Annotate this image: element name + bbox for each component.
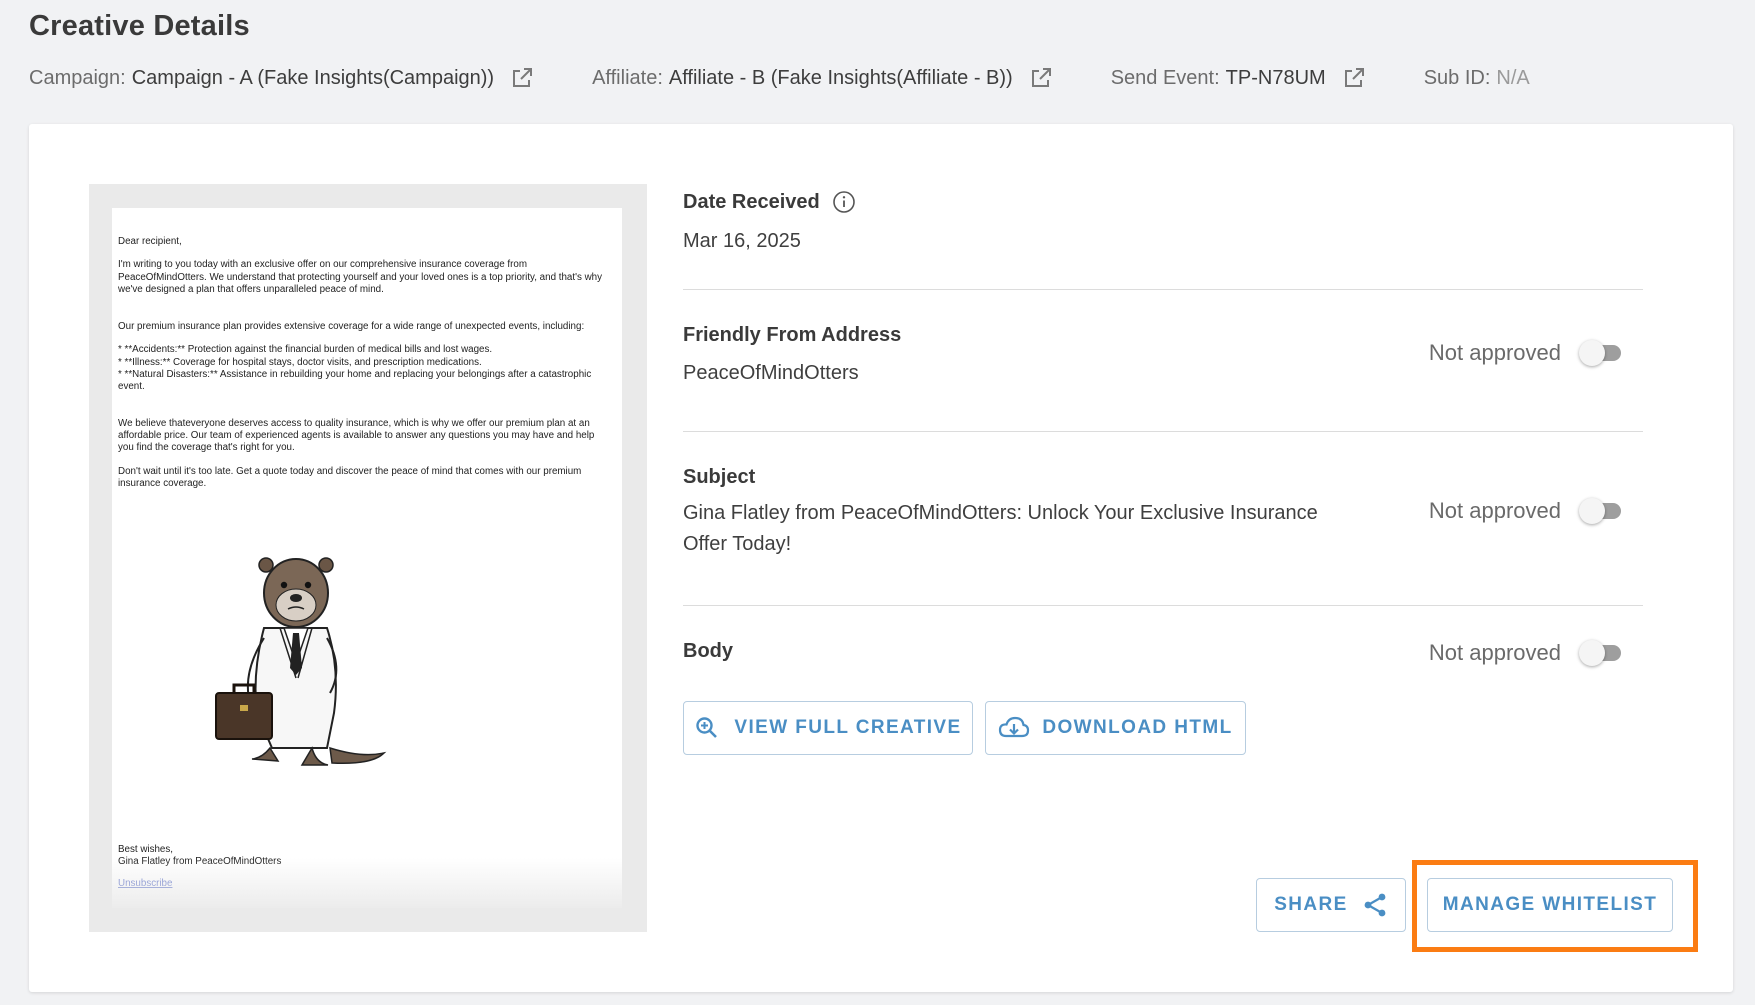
- date-received-label-text: Date Received: [683, 190, 820, 213]
- email-closing: Best wishes,: [118, 844, 173, 855]
- subject-section: Subject Gina Flatley from PeaceOfMindOtt…: [683, 466, 1643, 576]
- sub-id-label: Sub ID:: [1423, 66, 1491, 89]
- affiliate-meta: Affiliate: Affiliate - B (Fake Insights(…: [592, 66, 1053, 90]
- download-html-label: DOWNLOAD HTML: [1042, 717, 1233, 738]
- campaign-value: Campaign - A (Fake Insights(Campaign)): [131, 66, 495, 89]
- divider: [683, 605, 1643, 606]
- manage-whitelist-label: MANAGE WHITELIST: [1442, 894, 1658, 915]
- email-bullet: * **Illness:** Coverage for hospital sta…: [118, 356, 482, 368]
- share-icon: [1362, 892, 1388, 918]
- campaign-meta: Campaign: Campaign - A (Fake Insights(Ca…: [29, 66, 534, 90]
- email-paragraph: I'm writing to you today with an exclusi…: [118, 259, 602, 295]
- sub-id-meta: Sub ID: N/A: [1424, 67, 1530, 90]
- share-label: SHARE: [1274, 894, 1348, 915]
- subject-approval-toggle[interactable]: [1579, 498, 1623, 524]
- approval-status: Not approved: [1428, 640, 1561, 665]
- unsubscribe-link[interactable]: Unsubscribe: [118, 878, 172, 889]
- approval-status: Not approved: [1428, 498, 1561, 523]
- friendly-from-approval: Not approved: [1429, 340, 1623, 366]
- affiliate-external-link-icon[interactable]: [1029, 66, 1053, 90]
- send-event-value: TP-N78UM: [1225, 66, 1326, 89]
- divider: [683, 431, 1643, 432]
- send-event-label: Send Event:: [1110, 66, 1220, 89]
- email-signer: Gina Flatley from PeaceOfMindOtters: [118, 856, 282, 868]
- meta-row: Campaign: Campaign - A (Fake Insights(Ca…: [29, 66, 1588, 90]
- date-received-value: Mar 16, 2025: [683, 230, 801, 252]
- email-paragraph: Our premium insurance plan provides exte…: [118, 321, 585, 333]
- email-paragraph: We believe thateveryone deserves access …: [118, 417, 595, 454]
- affiliate-label: Affiliate:: [592, 66, 663, 89]
- campaign-label: Campaign:: [29, 66, 126, 89]
- date-received-label: Date Received: [683, 190, 856, 214]
- email-body-text: Dear recipient, I'm writing to you today…: [118, 236, 608, 501]
- email-preview-paper: Dear recipient, I'm writing to you today…: [112, 208, 622, 908]
- page-title: Creative Details: [29, 10, 250, 42]
- manage-whitelist-button[interactable]: MANAGE WHITELIST: [1427, 878, 1673, 932]
- body-label: Body: [683, 640, 733, 662]
- date-received-section: Date Received Mar 16, 2025: [683, 184, 1643, 274]
- view-full-creative-label: VIEW FULL CREATIVE: [734, 717, 962, 738]
- toggle-knob: [1579, 498, 1605, 524]
- friendly-from-approval-toggle[interactable]: [1579, 340, 1623, 366]
- email-greeting: Dear recipient,: [118, 236, 182, 247]
- friendly-from-label: Friendly From Address: [683, 324, 902, 346]
- email-preview[interactable]: Dear recipient, I'm writing to you today…: [89, 184, 647, 932]
- divider: [683, 289, 1643, 290]
- cloud-download-icon: [998, 715, 1030, 741]
- email-signature: Best wishes, Gina Flatley from PeaceOfMi…: [118, 844, 281, 869]
- toggle-knob: [1579, 340, 1605, 366]
- subject-value: Gina Flatley from PeaceOfMindOtters: Unl…: [683, 502, 1318, 555]
- subject-approval: Not approved: [1429, 498, 1623, 524]
- otter-illustration: [215, 557, 387, 766]
- friendly-from-section: Friendly From Address PeaceOfMindOtters …: [683, 324, 1643, 404]
- zoom-in-icon: [694, 715, 720, 741]
- friendly-from-value: PeaceOfMindOtters: [683, 362, 859, 384]
- toggle-knob: [1579, 640, 1605, 666]
- approval-status: Not approved: [1428, 340, 1561, 365]
- send-event-meta: Send Event: TP-N78UM: [1111, 66, 1366, 90]
- email-paragraph: Don't wait until it's too late. Get a qu…: [118, 465, 582, 489]
- subject-label: Subject: [683, 466, 756, 488]
- body-approval-toggle[interactable]: [1579, 640, 1623, 666]
- send-event-external-link-icon[interactable]: [1342, 66, 1366, 90]
- email-bullet: * **Natural Disasters:** Assistance in r…: [118, 369, 592, 393]
- view-full-creative-button[interactable]: VIEW FULL CREATIVE: [683, 701, 973, 755]
- sub-id-value: N/A: [1496, 66, 1530, 89]
- download-html-button[interactable]: DOWNLOAD HTML: [985, 701, 1246, 755]
- affiliate-value: Affiliate - B (Fake Insights(Affiliate -…: [668, 66, 1013, 89]
- body-approval: Not approved: [1429, 640, 1623, 666]
- campaign-external-link-icon[interactable]: [510, 66, 534, 90]
- email-bullet: * **Accidents:** Protection against the …: [118, 344, 493, 356]
- creative-card: Dear recipient, I'm writing to you today…: [29, 124, 1733, 992]
- share-button[interactable]: SHARE: [1256, 878, 1406, 932]
- info-icon[interactable]: [832, 190, 856, 214]
